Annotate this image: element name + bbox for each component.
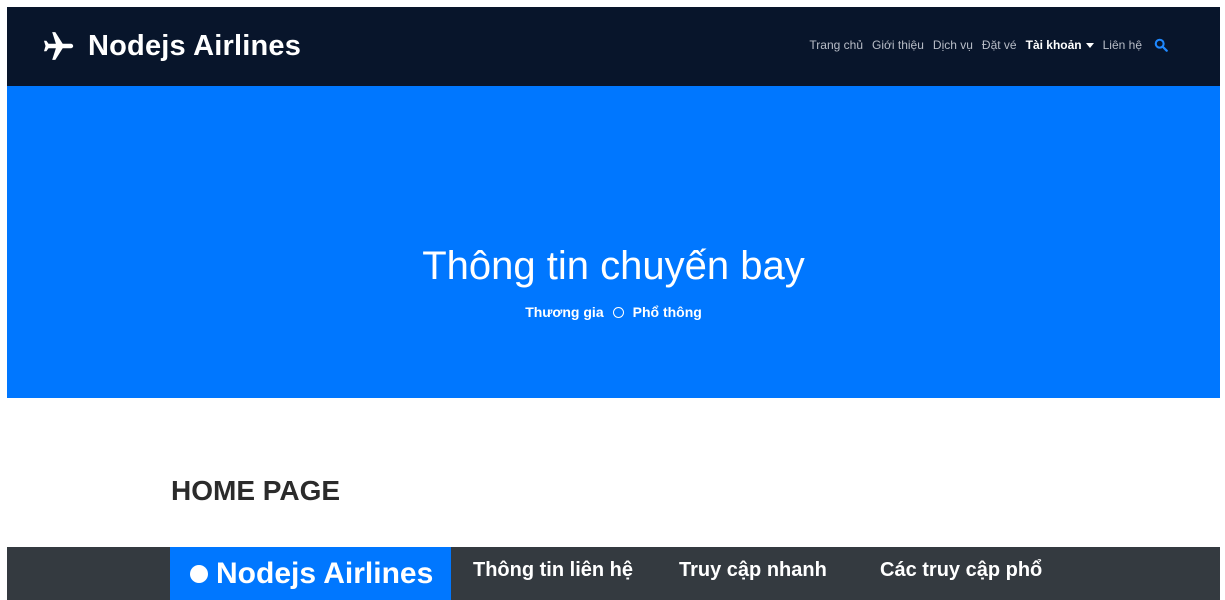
nav-item-booking[interactable]: Đặt vé — [982, 38, 1017, 52]
footer: Nodejs Airlines Thông tin liên hệ Truy c… — [7, 547, 1220, 600]
nav-item-about[interactable]: Giới thiệu — [872, 38, 924, 52]
nav-item-services[interactable]: Dịch vụ — [933, 38, 973, 52]
hero-links: Thương gia Phổ thông — [7, 304, 1220, 320]
page-heading: HOME PAGE — [171, 475, 341, 506]
airplane-icon — [43, 32, 74, 60]
footer-contact-title: Thông tin liên hệ — [473, 559, 633, 581]
hero-title: Thông tin chuyến bay — [422, 244, 805, 288]
main-nav: Trang chủ Giới thiệu Dịch vụ Đặt vé Tài … — [800, 38, 1168, 52]
circle-separator-icon — [612, 306, 624, 318]
page: Nodejs Airlines Trang chủ Giới thiệu Dịc… — [7, 7, 1220, 600]
footer-logo-icon — [190, 565, 208, 583]
navbar: Nodejs Airlines Trang chủ Giới thiệu Dịc… — [7, 7, 1220, 86]
business-class-link[interactable]: Thương gia — [525, 304, 603, 320]
search-icon[interactable] — [1154, 38, 1168, 52]
nav-item-account-dropdown[interactable]: Tài khoản — [1026, 38, 1094, 52]
footer-brand-name: Nodejs Airlines — [216, 557, 434, 590]
nav-item-home[interactable]: Trang chủ — [809, 38, 863, 52]
footer-popular-title: Các truy cập phổ — [880, 559, 1043, 581]
hero-banner: Thông tin chuyến bay Thương gia Phổ thôn… — [7, 86, 1220, 398]
footer-quick-access-title: Truy cập nhanh — [679, 559, 827, 581]
brand-link[interactable]: Nodejs Airlines — [42, 29, 301, 63]
nav-item-account-label: Tài khoản — [1025, 38, 1082, 52]
economy-class-link[interactable]: Phổ thông — [633, 304, 702, 320]
footer-brand-panel: Nodejs Airlines — [170, 547, 451, 600]
caret-down-icon — [1085, 43, 1094, 49]
nav-item-contact[interactable]: Liên hệ — [1103, 38, 1142, 52]
footer-brand: Nodejs Airlines — [190, 557, 433, 591]
brand-name: Nodejs Airlines — [88, 29, 302, 62]
